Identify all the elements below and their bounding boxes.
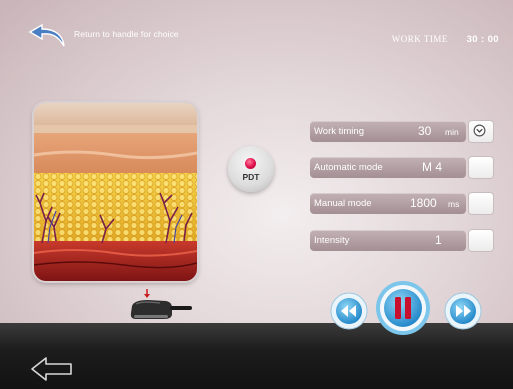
manual-mode-unit: ms: [448, 199, 460, 209]
automatic-mode-bar: Automatic mode M 4: [310, 157, 466, 178]
manual-mode-row: Manual mode 1800 ms: [310, 193, 494, 214]
work-timing-row: Work timing 30 min: [310, 121, 494, 142]
bottom-bar: [0, 323, 513, 389]
chevron-down-icon: [473, 124, 486, 137]
work-time-label: WORK TIME: [391, 34, 448, 44]
intensity-toggle[interactable]: [469, 230, 493, 251]
automatic-mode-label: Automatic mode: [314, 162, 383, 173]
return-to-handle[interactable]: Return to handle for choice: [28, 22, 179, 48]
back-arrow-icon[interactable]: [30, 356, 74, 382]
fast-forward-button[interactable]: [443, 291, 483, 331]
work-time: WORK TIME 30 : 00: [392, 34, 499, 45]
work-timing-toggle[interactable]: [469, 121, 493, 142]
intensity-label: Intensity: [314, 235, 350, 246]
skin-layers-graphic: [34, 103, 197, 281]
manual-mode-toggle[interactable]: [469, 193, 493, 214]
work-timing-label: Work timing: [314, 126, 364, 137]
intensity-row: Intensity 1: [310, 230, 494, 251]
manual-mode-label: Manual mode: [314, 198, 372, 209]
work-timing-unit: min: [445, 127, 459, 137]
skin-illustration: [34, 103, 197, 281]
manual-mode-bar: Manual mode 1800 ms: [310, 193, 466, 214]
manual-mode-value: 1800: [410, 196, 437, 210]
work-timing-bar: Work timing 30 min: [310, 121, 466, 142]
treatment-screen: Return to handle for choice WORK TIME 30…: [0, 0, 513, 389]
handpiece-icon: [130, 289, 192, 319]
work-time-value: 30 : 00: [466, 34, 499, 45]
pdt-mode-button[interactable]: PDT: [228, 146, 274, 192]
return-label: Return to handle for choice: [74, 29, 179, 39]
pause-button[interactable]: [375, 280, 431, 336]
intensity-value: 1: [435, 233, 442, 247]
automatic-mode-value: M 4: [422, 160, 443, 174]
automatic-mode-row: Automatic mode M 4: [310, 157, 494, 178]
return-arrow-icon[interactable]: [28, 22, 70, 48]
rewind-button[interactable]: [329, 291, 369, 331]
work-timing-value: 30: [418, 124, 432, 138]
pdt-label: PDT: [242, 172, 260, 182]
automatic-mode-toggle[interactable]: [469, 157, 493, 178]
intensity-bar: Intensity 1: [310, 230, 466, 251]
light-indicator-icon: [245, 158, 256, 169]
